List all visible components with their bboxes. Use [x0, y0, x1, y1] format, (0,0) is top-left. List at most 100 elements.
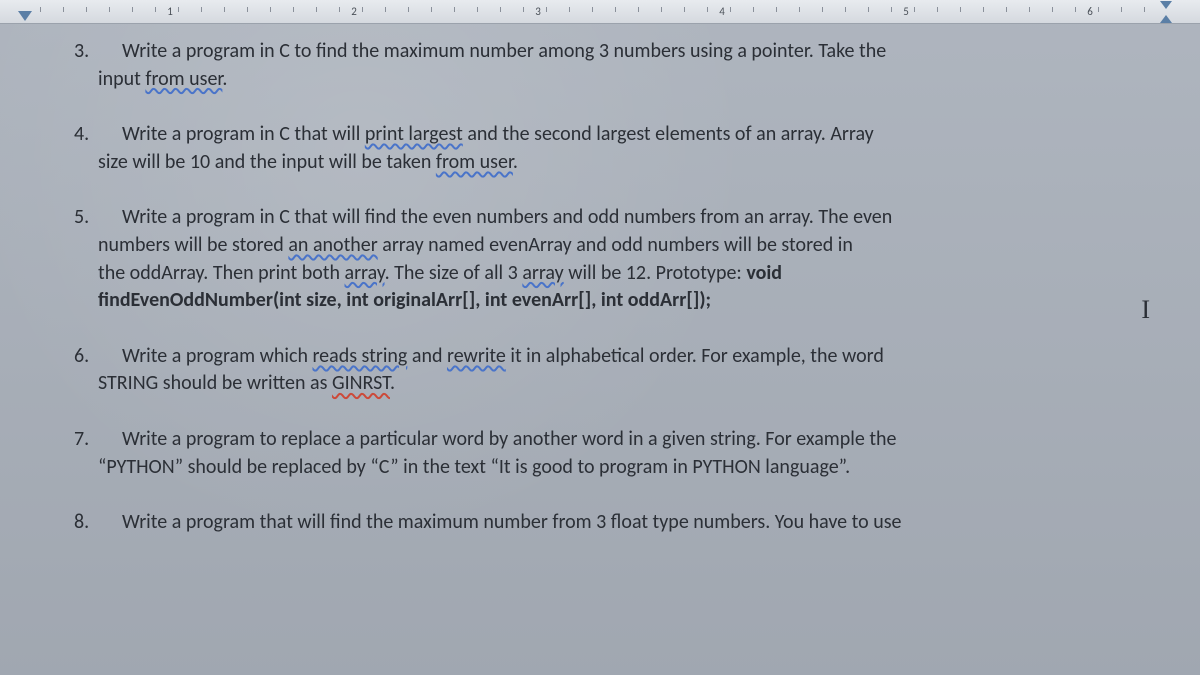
question-text: . — [513, 150, 518, 174]
ruler-minor-tick — [477, 7, 478, 12]
question-text: size will be 10 and the input will be ta… — [98, 150, 436, 174]
question-text: STRING should be written as — [98, 371, 332, 395]
code-prototype: findEvenOddNumber(int size, int original… — [98, 288, 711, 312]
document-page[interactable]: 3.Write a program in C to find the maxim… — [0, 24, 1200, 675]
question-text: array named evenArray and odd numbers wi… — [378, 233, 853, 257]
question-text: . — [222, 67, 227, 91]
ruler-tick-4: 4 — [712, 0, 732, 23]
question-text: . — [390, 371, 395, 395]
ruler-minor-tick — [638, 7, 639, 12]
ruler-minor-tick — [684, 7, 685, 12]
horizontal-ruler[interactable]: 1 2 3 4 5 6 — [0, 0, 1200, 24]
question-text: “PYTHON” should be replaced by “C” in th… — [98, 455, 850, 479]
ruler-minor-tick — [339, 7, 340, 12]
grammar-underline: from user — [145, 67, 222, 91]
ruler-minor-tick — [661, 7, 662, 12]
ruler-minor-tick — [224, 7, 225, 12]
ruler-minor-tick — [1029, 7, 1030, 12]
ruler-minor-tick — [155, 7, 156, 12]
ruler-minor-tick — [730, 7, 731, 12]
question-text: Write a program in C that will find the … — [122, 205, 892, 229]
ruler-minor-tick — [983, 7, 984, 12]
ruler-minor-tick — [523, 7, 524, 12]
ruler-minor-tick — [408, 7, 409, 12]
ruler-minor-tick — [960, 7, 961, 12]
ruler-tick-6: 6 — [1080, 0, 1100, 23]
question-text: input — [98, 67, 145, 91]
ruler-minor-tick — [362, 7, 363, 12]
ruler-minor-tick — [63, 7, 64, 12]
ruler-minor-tick — [385, 7, 386, 12]
question-text: numbers will be stored — [98, 233, 288, 257]
question-number: 4. — [98, 121, 122, 149]
ruler-minor-tick — [891, 7, 892, 12]
question-text: . The size of all 3 — [385, 261, 523, 285]
ruler-minor-tick — [500, 7, 501, 12]
question-number: 5. — [98, 204, 122, 232]
ruler-minor-tick — [937, 7, 938, 12]
ruler-minor-tick — [40, 7, 41, 12]
grammar-underline: reads string — [312, 344, 407, 368]
question-3: 3.Write a program in C to find the maxim… — [42, 38, 1144, 93]
ruler-minor-tick — [1144, 7, 1145, 12]
ruler-scale: 1 2 3 4 5 6 — [0, 0, 1200, 23]
question-text: and — [407, 344, 447, 368]
ruler-minor-tick — [707, 7, 708, 12]
ruler-minor-tick — [1075, 7, 1076, 12]
ruler-tick-5: 5 — [896, 0, 916, 23]
ruler-minor-tick — [178, 7, 179, 12]
ruler-minor-tick — [247, 7, 248, 12]
question-number: 7. — [98, 426, 122, 454]
ruler-minor-tick — [109, 7, 110, 12]
ruler-tick-2: 2 — [344, 0, 364, 23]
ruler-minor-tick — [592, 7, 593, 12]
question-number: 3. — [98, 38, 122, 66]
ruler-minor-tick — [753, 7, 754, 12]
grammar-underline: from user — [436, 150, 513, 174]
question-4: 4.Write a program in C that will print l… — [42, 121, 1144, 176]
ruler-minor-tick — [431, 7, 432, 12]
ruler-minor-tick — [822, 7, 823, 12]
question-number: 6. — [98, 343, 122, 371]
question-7: 7.Write a program to replace a particula… — [42, 426, 1144, 481]
grammar-underline: array — [522, 261, 563, 285]
question-8: 8.Write a program that will find the max… — [42, 509, 1144, 537]
question-text: Write a program that will find the maxim… — [122, 510, 902, 534]
grammar-underline: array — [345, 261, 385, 285]
grammar-underline: rewrite — [447, 344, 506, 368]
ruler-minor-tick — [615, 7, 616, 12]
ruler-minor-tick — [454, 7, 455, 12]
ruler-minor-tick — [914, 7, 915, 12]
grammar-underline: an another — [288, 233, 377, 257]
ruler-minor-tick — [316, 7, 317, 12]
question-5: 5.Write a program in C that will find th… — [42, 204, 1144, 314]
ruler-minor-tick — [1098, 7, 1099, 12]
ruler-minor-tick — [132, 7, 133, 12]
ruler-minor-tick — [86, 7, 87, 12]
question-text: will be 12. Prototype: — [564, 261, 747, 285]
ruler-minor-tick — [1121, 7, 1122, 12]
question-text: the oddArray. Then print both — [98, 261, 345, 285]
ruler-minor-tick — [1052, 7, 1053, 12]
spelling-underline: GINRST — [332, 371, 390, 395]
ruler-minor-tick — [1006, 7, 1007, 12]
question-6: 6.Write a program which reads string and… — [42, 343, 1144, 398]
question-text: Write a program in C that will — [122, 122, 365, 146]
question-text: and the second largest elements of an ar… — [463, 122, 874, 146]
ruler-minor-tick — [270, 7, 271, 12]
question-number: 8. — [98, 509, 122, 537]
code-prototype: void — [746, 261, 782, 285]
left-indent-marker-icon[interactable] — [18, 11, 32, 21]
ruler-minor-tick — [569, 7, 570, 12]
ruler-tick-3: 3 — [528, 0, 548, 23]
ruler-minor-tick — [776, 7, 777, 12]
grammar-underline: print largest — [365, 122, 463, 146]
ruler-minor-tick — [799, 7, 800, 12]
ruler-tick-1: 1 — [160, 0, 180, 23]
ruler-minor-tick — [201, 7, 202, 12]
right-indent-marker-icon[interactable] — [1160, 15, 1172, 23]
question-text: Write a program to replace a particular … — [122, 427, 897, 451]
ruler-minor-tick — [293, 7, 294, 12]
question-text: it in alphabetical order. For example, t… — [506, 344, 884, 368]
ruler-minor-tick — [845, 7, 846, 12]
